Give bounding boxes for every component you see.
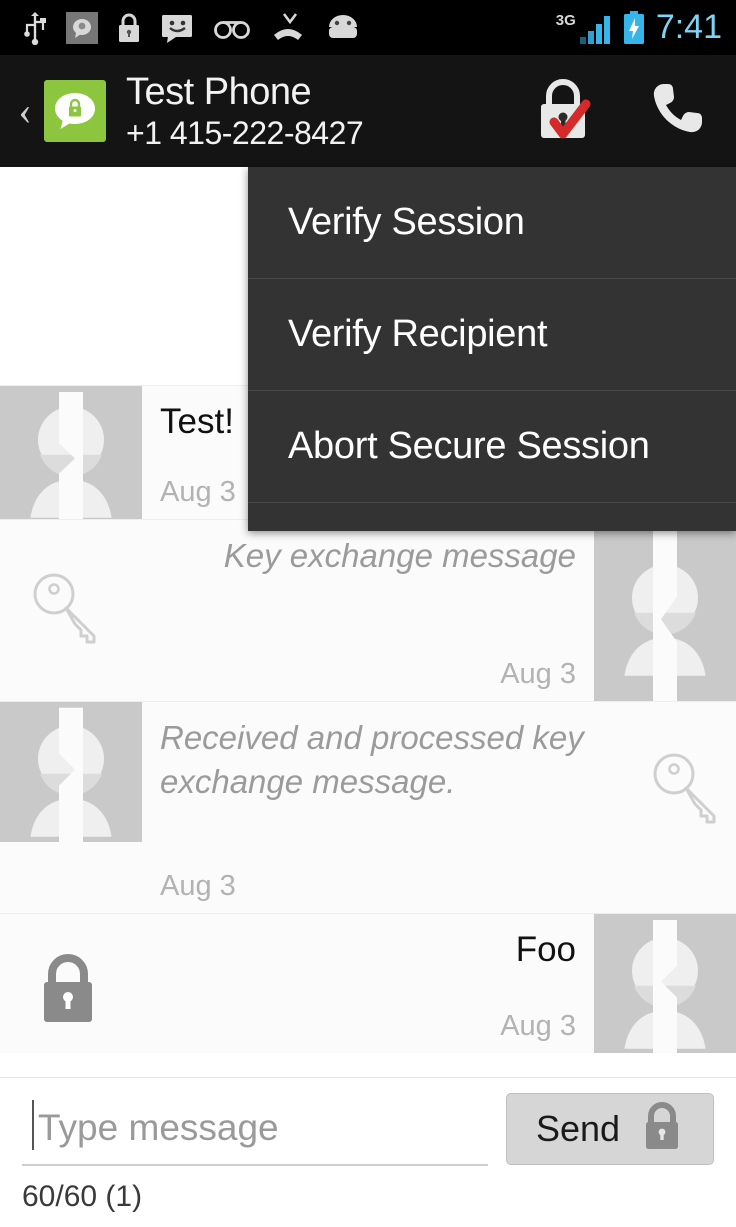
character-counter: 60/60 (1) [22, 1180, 143, 1213]
action-bar: ‹ Test Phone +1 415-222-8427 [0, 55, 736, 167]
table-row[interactable]: Foo Aug 3 [0, 913, 736, 1053]
message-body: Foo Aug 3 [0, 914, 594, 1053]
message-body: Key exchange message Aug 3 [0, 520, 594, 701]
back-button[interactable]: ‹ [8, 91, 42, 131]
table-row[interactable]: Received and processed key exchange mess… [0, 701, 736, 913]
compose-row: Send [0, 1078, 736, 1166]
menu-item-label: Verify Recipient [288, 313, 548, 355]
message-text: Foo [515, 930, 576, 969]
lock-icon [640, 1101, 684, 1158]
usb-icon [22, 11, 48, 45]
message-timestamp: Aug 3 [500, 658, 576, 690]
action-bar-icons [532, 76, 718, 147]
lock-icon [34, 950, 102, 1028]
contact-name: Test Phone [126, 71, 312, 113]
app-notification-icon [66, 11, 98, 45]
lock-icon [116, 11, 142, 45]
compose-area: Send 60/60 (1) [0, 1077, 736, 1227]
signal-bars-icon [578, 11, 612, 45]
send-button[interactable]: Send [506, 1093, 714, 1165]
voicemail-icon [212, 11, 252, 45]
status-bar-right-icons: 3G 7:41 [556, 8, 722, 47]
menu-item-verify-session[interactable]: Verify Session [248, 167, 736, 279]
menu-bottom-padding [248, 503, 736, 531]
options-menu[interactable]: Verify Session Verify Recipient Abort Se… [248, 167, 736, 531]
textsecure-lock-bubble-icon[interactable] [44, 80, 106, 142]
menu-item-label: Verify Session [288, 201, 525, 243]
send-button-label: Send [535, 1108, 621, 1149]
missed-call-icon [270, 11, 306, 45]
avatar [594, 520, 736, 701]
contact-number: +1 415-222-8427 [126, 115, 364, 151]
message-timestamp: Aug 3 [500, 1010, 576, 1042]
menu-item-verify-recipient[interactable]: Verify Recipient [248, 279, 736, 391]
avatar [0, 702, 142, 913]
text-caret [32, 1100, 34, 1150]
battery-charging-icon [622, 10, 646, 46]
message-text: Received and processed key exchange mess… [160, 719, 584, 800]
table-row[interactable]: Key exchange message Aug 3 [0, 519, 736, 701]
status-bar-clock: 7:41 [655, 8, 722, 46]
status-bar: 3G 7:41 [0, 0, 736, 55]
phone-call-icon[interactable] [646, 78, 708, 145]
message-input-wrapper[interactable] [22, 1092, 488, 1166]
lock-verified-icon[interactable] [532, 76, 594, 147]
message-input[interactable] [32, 1107, 488, 1149]
menu-item-abort-secure-session[interactable]: Abort Secure Session [248, 391, 736, 503]
network-type-label: 3G [555, 12, 576, 29]
key-icon [648, 748, 730, 830]
status-bar-left-icons [22, 11, 362, 45]
key-icon [28, 568, 110, 650]
sms-smiley-icon [160, 11, 194, 45]
menu-item-label: Abort Secure Session [288, 425, 650, 467]
message-timestamp: Aug 3 [160, 870, 236, 902]
message-text: Key exchange message [223, 537, 576, 574]
avatar [0, 386, 142, 519]
android-icon [324, 11, 362, 45]
avatar [594, 914, 736, 1053]
conversation-title-block[interactable]: Test Phone +1 415-222-8427 [126, 70, 364, 152]
message-body: Received and processed key exchange mess… [142, 702, 736, 913]
